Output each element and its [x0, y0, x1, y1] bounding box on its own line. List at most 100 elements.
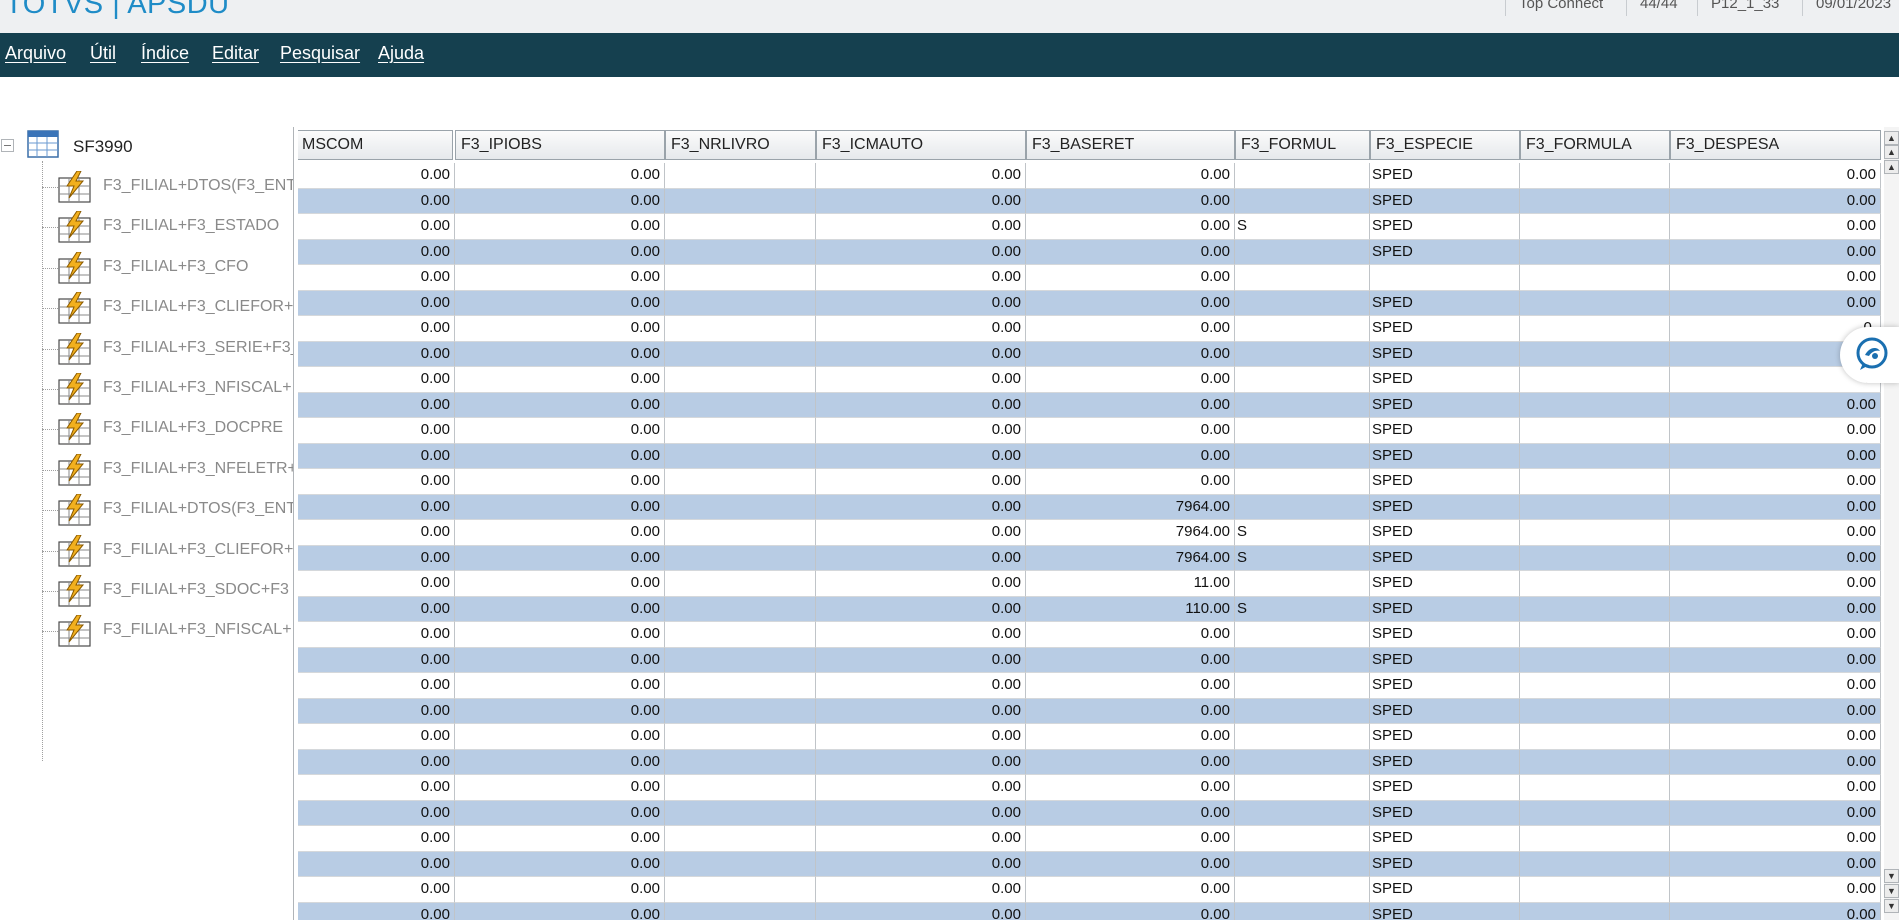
table-cell: 0.00: [1026, 443, 1235, 469]
table-cell: 0.00: [1026, 902, 1235, 920]
table-row[interactable]: 0.00 0.00 0.00 0.00 SPED 0.00: [298, 443, 1881, 469]
menu-ajuda[interactable]: Ajuda: [378, 43, 424, 64]
table-cell: [1235, 673, 1370, 699]
tree-index-item[interactable]: F3_FILIAL+F3_SERIE+F3_: [0, 329, 293, 369]
tree-index-label: F3_FILIAL+F3_CLIEFOR+: [103, 298, 294, 316]
table-cell: SPED: [1370, 188, 1520, 214]
table-cell: 0.00: [455, 443, 665, 469]
table-row[interactable]: 0.000.000.000.00SPED0.: [298, 316, 1881, 342]
vertical-scrollbar[interactable]: ▲ ▲ ▲ ▼ ▼ ▼: [1884, 127, 1899, 920]
tree-index-item[interactable]: F3_FILIAL+DTOS(F3_ENT: [0, 490, 293, 530]
scroll-up-icon[interactable]: ▲: [1884, 160, 1899, 174]
status-connection: Top Connect: [1505, 0, 1626, 16]
table-cell: 0.00: [455, 596, 665, 622]
column-header[interactable]: F3_ICMAUTO: [816, 130, 1026, 160]
table-cell: [665, 214, 816, 240]
table-cell: [1235, 494, 1370, 520]
table-cell: [1235, 188, 1370, 214]
scroll-page-up-icon[interactable]: ▲: [1884, 145, 1899, 159]
tree-connector: [42, 308, 58, 310]
table-row[interactable]: 0.00 0.00 0.00 0.00 SPED 0.00: [298, 392, 1881, 418]
table-row[interactable]: 0.00 0.00 0.00 0.00 SPED 0.00: [298, 622, 1881, 648]
column-header[interactable]: F3_IPIOBS: [455, 130, 665, 160]
column-header[interactable]: F3_DESPESA: [1670, 130, 1881, 160]
tree-index-item[interactable]: F3_FILIAL+F3_NFELETR+: [0, 450, 293, 490]
table-row[interactable]: 0.00 0.00 0.00 0.00 SPED 0.00: [298, 418, 1881, 444]
table-row[interactable]: 0.000.000.000.00SPED0.: [298, 367, 1881, 393]
table-row[interactable]: 0.00 0.00 0.00 0.00 SPED 0.00: [298, 290, 1881, 316]
table-cell: 0.00: [1670, 749, 1881, 775]
tree-index-item[interactable]: F3_FILIAL+F3_CLIEFOR+: [0, 531, 293, 571]
table-cell: 0.00: [455, 494, 665, 520]
table-row[interactable]: 0.00 0.00 0.00 11.00 SPED 0.00: [298, 571, 1881, 597]
scroll-top-icon[interactable]: ▲: [1884, 131, 1899, 145]
tree-root-node[interactable]: SF3990: [0, 127, 293, 167]
tree-index-item[interactable]: F3_FILIAL+F3_CFO: [0, 248, 293, 288]
column-header[interactable]: F3_BASERET: [1026, 130, 1235, 160]
table-row[interactable]: 0.00 0.00 0.00 0.00 0.00: [298, 265, 1881, 291]
chat-support-button[interactable]: [1840, 327, 1899, 383]
table-row[interactable]: 0.00 0.00 0.00 0.00 SPED 0.00: [298, 698, 1881, 724]
table-row[interactable]: 0.00 0.00 0.00 0.00 SPED 0.00: [298, 902, 1881, 920]
table-cell: [1235, 571, 1370, 597]
table-cell: 0.00: [1026, 851, 1235, 877]
table-cell: 0.00: [455, 520, 665, 546]
table-row[interactable]: 0.00 0.00 0.00 0.00 SPED 0.00: [298, 800, 1881, 826]
table-cell: 0.00: [455, 724, 665, 750]
table-cell: [1235, 622, 1370, 648]
tree-index-label: F3_FILIAL+F3_SDOC+F3: [103, 581, 289, 598]
column-header[interactable]: MSCOM: [298, 130, 453, 160]
tree-index-item[interactable]: F3_FILIAL+F3_SDOC+F3: [0, 571, 293, 611]
menu-pesquisar[interactable]: Pesquisar: [280, 43, 360, 64]
tree-index-item[interactable]: F3_FILIAL+F3_NFISCAL+: [0, 369, 293, 409]
table-row[interactable]: 0.00 0.00 0.00 0.00 SPED 0.00: [298, 775, 1881, 801]
table-row[interactable]: 0.00 0.00 0.00 0.00 SPED: [298, 341, 1881, 367]
table-cell: [665, 392, 816, 418]
menu-indice[interactable]: Índice: [141, 43, 189, 64]
tree-collapse-icon[interactable]: [1, 139, 14, 152]
table-row[interactable]: 0.00 0.00 0.00 0.00 SPED 0.00: [298, 749, 1881, 775]
table-row[interactable]: 0.00 0.00 0.00 0.00 SPED 0.00: [298, 239, 1881, 265]
table-cell: 0.00: [1026, 392, 1235, 418]
table-cell: 0.00: [298, 163, 455, 189]
table-row[interactable]: 0.00 0.00 0.00 0.00 SPED 0.00: [298, 673, 1881, 699]
table-row[interactable]: 0.00 0.00 0.00 0.00 SPED 0.00: [298, 724, 1881, 750]
tree-index-item[interactable]: F3_FILIAL+DTOS(F3_ENT: [0, 167, 293, 207]
table-cell: 0.00: [816, 214, 1026, 240]
table-row[interactable]: 0.00 0.00 0.00 0.00 SPED 0.00: [298, 851, 1881, 877]
table-cell: [1520, 698, 1670, 724]
table-cell: 0.00: [298, 239, 455, 265]
table-cell: 0.00: [1026, 800, 1235, 826]
scroll-bottom-icon[interactable]: ▼: [1884, 899, 1899, 913]
tree-index-item[interactable]: F3_FILIAL+F3_CLIEFOR+: [0, 288, 293, 328]
table-cell: [665, 775, 816, 801]
table-cell: 0.00: [298, 392, 455, 418]
table-row[interactable]: 0.00 0.00 0.00 0.00 SPED 0.00: [298, 826, 1881, 852]
tree-index-item[interactable]: F3_FILIAL+F3_DOCPRE: [0, 409, 293, 449]
table-cell: 0.00: [298, 673, 455, 699]
table-row[interactable]: 0.00 0.00 0.00 7964.00 S SPED 0.00: [298, 520, 1881, 546]
table-row[interactable]: 0.00 0.00 0.00 110.00 S SPED 0.00: [298, 596, 1881, 622]
table-row[interactable]: 0.00 0.00 0.00 0.00 SPED 0.00: [298, 647, 1881, 673]
table-row[interactable]: 0.00 0.00 0.00 0.00 SPED 0.00: [298, 188, 1881, 214]
table-row[interactable]: 0.00 0.00 0.00 0.00 SPED 0.00: [298, 163, 1881, 189]
table-cell: SPED: [1370, 469, 1520, 495]
table-row[interactable]: 0.00 0.00 0.00 7964.00 S SPED 0.00: [298, 545, 1881, 571]
tree-index-item[interactable]: F3_FILIAL+F3_NFISCAL+: [0, 611, 293, 651]
menu-arquivo[interactable]: Arquivo: [5, 43, 66, 64]
table-row[interactable]: 0.00 0.00 0.00 0.00 SPED 0.00: [298, 877, 1881, 903]
menu-util[interactable]: Útil: [90, 43, 116, 64]
table-row[interactable]: 0.00 0.00 0.00 0.00 S SPED 0.00: [298, 214, 1881, 240]
column-header[interactable]: F3_FORMULA: [1520, 130, 1670, 160]
column-header[interactable]: F3_FORMUL: [1235, 130, 1370, 160]
table-cell: SPED: [1370, 290, 1520, 316]
table-row[interactable]: 0.00 0.00 0.00 7964.00 SPED 0.00: [298, 494, 1881, 520]
column-header[interactable]: F3_NRLIVRO: [665, 130, 816, 160]
table-row[interactable]: 0.00 0.00 0.00 0.00 SPED 0.00: [298, 469, 1881, 495]
menu-editar[interactable]: Editar: [212, 43, 259, 64]
column-header[interactable]: F3_ESPECIE: [1370, 130, 1520, 160]
tree-index-item[interactable]: F3_FILIAL+F3_ESTADO: [0, 207, 293, 247]
scroll-page-down-icon[interactable]: ▼: [1884, 884, 1899, 898]
table-cell: [1235, 239, 1370, 265]
scroll-down-icon[interactable]: ▼: [1884, 869, 1899, 883]
